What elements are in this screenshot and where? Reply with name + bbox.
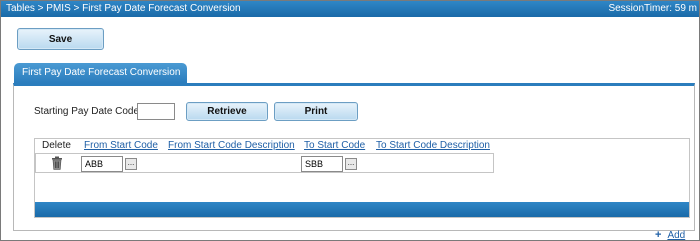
print-button[interactable]: Print [274,102,358,121]
from-start-code-input[interactable] [81,156,123,172]
tab-first-pay-date-forecast-conversion[interactable]: First Pay Date Forecast Conversion [14,63,187,83]
starting-pay-date-code-label: Starting Pay Date Code: [34,106,142,117]
app-window: Tables > PMIS > First Pay Date Forecast … [0,0,700,241]
title-bar: Tables > PMIS > First Pay Date Forecast … [1,1,699,17]
column-header-from-start-code[interactable]: From Start Code [84,140,158,151]
column-header-delete: Delete [42,140,71,151]
breadcrumb: Tables > PMIS > First Pay Date Forecast … [6,3,241,14]
trash-icon[interactable] [51,156,63,170]
starting-pay-date-code-input[interactable] [137,103,175,120]
save-button[interactable]: Save [17,28,104,50]
column-header-to-start-code[interactable]: To Start Code [304,140,365,151]
retrieve-button[interactable]: Retrieve [186,102,268,121]
grid-footer-bar [35,202,689,217]
column-header-from-start-code-description[interactable]: From Start Code Description [168,140,295,151]
column-header-to-start-code-description[interactable]: To Start Code Description [376,140,490,151]
table-row: ... ... [35,153,494,173]
conversion-grid: Delete From Start Code From Start Code D… [34,138,690,218]
add-link[interactable]: Add [667,230,685,241]
from-start-code-lookup-button[interactable]: ... [125,158,137,170]
grid-header: Delete From Start Code From Start Code D… [35,139,494,153]
add-row-control[interactable]: + Add [655,229,685,241]
session-timer: SessionTimer: 59 m [608,3,697,14]
to-start-code-lookup-button[interactable]: ... [345,158,357,170]
plus-icon[interactable]: + [655,229,661,241]
to-start-code-input[interactable] [301,156,343,172]
